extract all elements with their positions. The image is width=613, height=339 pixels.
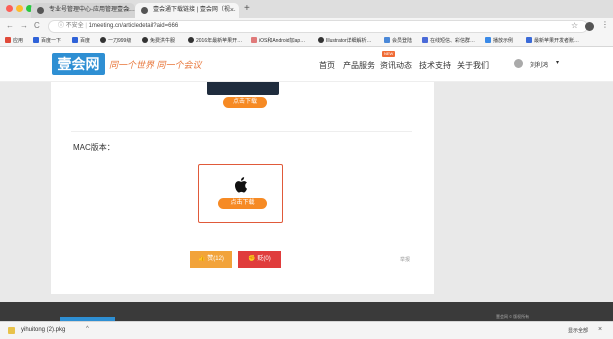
tab-1[interactable]: 专业号管理中心-应用管理壹会… × — [31, 3, 135, 18]
apps-icon — [5, 37, 11, 43]
info-icon: ⓘ — [58, 23, 66, 29]
address-bar[interactable]: ⓘ 不安全 | 1meeting.cn/articledetail?aid=66… — [48, 20, 588, 33]
thumbs-up-icon: 👍 — [198, 256, 206, 262]
bookmark-label: 百度 — [80, 38, 91, 44]
nav-news[interactable]: 资讯动态 — [380, 60, 412, 71]
forward-button[interactable]: → — [20, 21, 28, 31]
thumbs-down-icon: ✊ — [248, 256, 256, 262]
mac-version-heading: MAC版本： — [73, 143, 115, 152]
globe-icon — [142, 37, 148, 43]
close-icon[interactable]: × — [598, 326, 602, 333]
mac-download-button[interactable]: 点击下载 — [218, 198, 267, 209]
bookmark-label: 在线短信、彩信群… — [430, 38, 476, 44]
globe-icon — [188, 37, 194, 43]
baidu-icon — [72, 37, 78, 43]
globe-icon — [100, 37, 106, 43]
url-text: 1meeting.cn/articledetail?aid=666 — [88, 23, 179, 29]
bookmark-label: 最新苹果开发者账… — [534, 38, 580, 44]
bookmark-label: iOS和Android加ap… — [259, 38, 306, 44]
tab-favicon-icon — [37, 7, 44, 14]
package-icon — [8, 327, 15, 334]
bookmark-item[interactable]: Illustrator详细解析… — [318, 37, 372, 45]
bookmark-label: 免费洪牛服 — [150, 38, 176, 44]
tab-close-icon[interactable]: × — [230, 3, 234, 18]
download-bar: yihuitong (2).pkg ^ 显示全部 × — [0, 321, 613, 339]
like-button[interactable]: 👍 赞(12) — [190, 251, 232, 268]
close-window-button[interactable] — [6, 5, 13, 12]
bookmark-item[interactable]: 会员登陆 — [384, 37, 412, 45]
bookmarks-bar: 应用 百度一下 百度 一刀999级 免费洪牛服 2016年最新苹果开… iOS和… — [0, 35, 613, 47]
bookmark-label: 百度一下 — [41, 38, 62, 44]
bookmark-item[interactable]: 免费洪牛服 — [142, 37, 175, 45]
chevron-up-icon[interactable]: ^ — [86, 326, 89, 332]
site-header: 壹会网 同一个世界 同一个会议 首页 产品服务 资讯动态 NEW 技术支持 关于… — [0, 47, 613, 82]
like-label: 赞(12) — [207, 256, 224, 262]
bookmark-label: 2016年最新苹果开… — [196, 38, 243, 44]
tab-close-icon[interactable]: × — [126, 3, 130, 18]
report-link[interactable]: 举报 — [400, 256, 410, 263]
minimize-window-button[interactable] — [16, 5, 23, 12]
tab-title: 壹会通下载链接 | 壹会网（视… — [153, 7, 236, 13]
bookmark-item[interactable]: 百度一下 — [33, 37, 61, 45]
device-image — [207, 82, 279, 95]
sms-icon — [422, 37, 428, 43]
back-button[interactable]: ← — [6, 21, 14, 31]
bookmark-label: 一刀999级 — [108, 38, 132, 44]
tab-bar: 专业号管理中心-应用管理壹会… × 壹会通下载链接 | 壹会网（视… × + — [0, 0, 613, 18]
play-icon — [485, 37, 491, 43]
bookmark-item[interactable]: iOS和Android加ap… — [251, 37, 305, 45]
chevron-down-icon[interactable]: ▾ — [556, 59, 559, 66]
download-filename[interactable]: yihuitong (2).pkg — [21, 327, 65, 333]
security-status: 不安全 — [65, 23, 84, 29]
reload-button[interactable]: C — [34, 21, 40, 31]
username[interactable]: 刘利鸿 — [530, 60, 548, 69]
nav-home[interactable]: 首页 — [319, 60, 335, 71]
toolbar: ← → C ⓘ 不安全 | 1meeting.cn/articledetail?… — [0, 18, 613, 35]
dislike-label: 贬(0) — [257, 256, 271, 262]
bookmark-label: 会员登陆 — [392, 38, 413, 44]
dislike-button[interactable]: ✊ 贬(0) — [238, 251, 281, 268]
page-icon — [251, 37, 257, 43]
apple-icon — [234, 177, 247, 193]
divider — [71, 131, 412, 132]
baidu-icon — [33, 37, 39, 43]
avatar[interactable] — [514, 59, 523, 68]
site-slogan: 同一个世界 同一个会议 — [109, 60, 202, 70]
nav-products[interactable]: 产品服务 — [343, 60, 375, 71]
menu-icon[interactable]: ⋮ — [601, 20, 609, 30]
bookmark-item[interactable]: 最新苹果开发者账… — [526, 37, 579, 45]
tab-favicon-icon — [141, 7, 148, 14]
bookmark-item[interactable]: 应用 — [5, 37, 23, 45]
bookmark-label: 播放示例 — [493, 38, 514, 44]
show-all-button[interactable]: 显示全部 — [568, 327, 588, 334]
nav-about[interactable]: 关于我们 — [457, 60, 489, 71]
bookmark-label: Illustrator详细解析… — [326, 38, 372, 44]
bookmark-item[interactable]: 一刀999级 — [100, 37, 131, 45]
bookmark-item[interactable]: 百度 — [72, 37, 90, 45]
bookmark-label: 应用 — [13, 38, 24, 44]
bookmark-item[interactable]: 2016年最新苹果开… — [188, 37, 242, 45]
tab-2-active[interactable]: 壹会通下载链接 | 壹会网（视… × — [135, 3, 239, 18]
globe-icon — [318, 37, 324, 43]
tab-title: 专业号管理中心-应用管理壹会… — [49, 7, 135, 13]
member-icon — [384, 37, 390, 43]
nav-support[interactable]: 技术支持 — [419, 60, 451, 71]
footer-text: 壹会网 © 版权所有 — [496, 314, 530, 319]
download-button[interactable]: 点击下载 — [223, 97, 267, 108]
bookmark-item[interactable]: 播放示例 — [485, 37, 513, 45]
new-badge: NEW — [382, 51, 396, 57]
site-logo[interactable]: 壹会网 — [52, 53, 105, 75]
bookmark-star-icon[interactable]: ☆ — [571, 21, 578, 31]
profile-icon[interactable] — [585, 22, 594, 31]
page-icon — [526, 37, 532, 43]
new-tab-button[interactable]: + — [244, 3, 250, 15]
bookmark-item[interactable]: 在线短信、彩信群… — [422, 37, 475, 45]
